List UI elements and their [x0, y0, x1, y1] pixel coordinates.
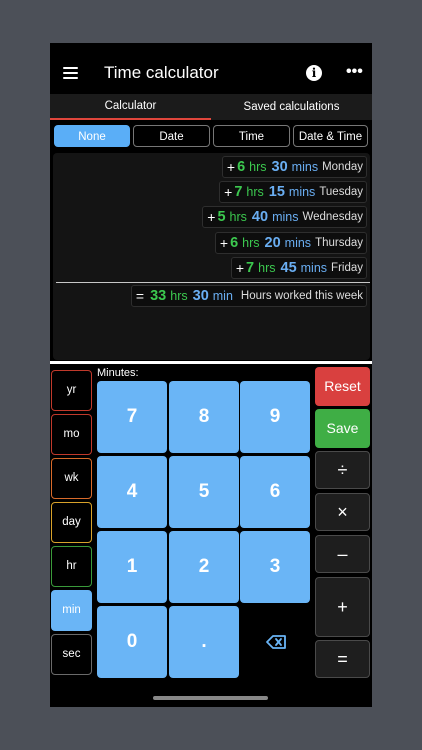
save-button[interactable]: Save	[315, 409, 370, 448]
digit-1-key[interactable]: 1	[97, 531, 167, 603]
total-hours-unit: hrs	[170, 289, 188, 303]
equals-sign: =	[135, 288, 145, 304]
minutes-unit: mins	[272, 210, 299, 224]
operator-sign: +	[226, 159, 236, 175]
digit-5-key[interactable]: 5	[169, 456, 239, 528]
operator-sign: +	[224, 184, 233, 200]
entry-label: Monday	[322, 161, 363, 173]
total-minutes-unit: min	[212, 289, 233, 303]
tab-bar: Calculator Saved calculations	[50, 94, 372, 120]
operator-sign: +	[235, 260, 245, 276]
keypad-divider	[50, 361, 372, 364]
entry-label: Friday	[331, 262, 363, 274]
total-label: Hours worked this week	[240, 290, 363, 302]
digit-7-key[interactable]: 7	[97, 381, 167, 453]
subtract-button[interactable]: –	[315, 535, 370, 573]
total-minutes-value: 30	[192, 288, 209, 304]
input-unit-label: Minutes:	[97, 367, 139, 379]
digit-2-key[interactable]: 2	[169, 531, 239, 603]
minutes-value: 30	[271, 159, 288, 175]
app-title: Time calculator	[104, 63, 219, 82]
backspace-icon	[266, 635, 286, 649]
calculation-display: + 6 hrs 30 mins Monday + 7 hrs 15 mins T…	[53, 153, 370, 360]
entry-row[interactable]: + 5 hrs 40 mins Wednesday	[202, 206, 367, 228]
entry-label: Tuesday	[319, 186, 363, 198]
more-icon[interactable]: •••	[346, 63, 363, 81]
info-icon[interactable]: i	[306, 65, 322, 81]
minutes-unit: mins	[284, 236, 312, 250]
tab-saved-calculations[interactable]: Saved calculations	[211, 94, 372, 120]
add-button[interactable]: +	[315, 577, 370, 637]
digit-8-key[interactable]: 8	[169, 381, 239, 453]
hours-value: 7	[234, 184, 243, 200]
top-app-bar: Time calculator i •••	[50, 43, 372, 93]
minutes-value: 40	[251, 209, 269, 225]
hours-unit: hrs	[242, 236, 260, 250]
minutes-unit: mins	[300, 261, 328, 275]
mode-time-button[interactable]: Time	[213, 125, 290, 147]
divide-button[interactable]: ÷	[315, 451, 370, 489]
total-row[interactable]: = 33 hrs 30 min Hours worked this week	[130, 285, 367, 307]
unit-second-button[interactable]: sec	[51, 634, 92, 675]
reset-button[interactable]: Reset	[315, 367, 370, 406]
hours-unit: hrs	[229, 210, 247, 224]
mode-date-button[interactable]: Date	[133, 125, 210, 147]
equals-button[interactable]: =	[315, 640, 370, 678]
minutes-value: 15	[268, 184, 285, 200]
entry-row[interactable]: + 7 hrs 45 mins Friday	[230, 257, 367, 279]
total-hours-value: 33	[150, 288, 167, 304]
digit-9-key[interactable]: 9	[240, 381, 310, 453]
unit-week-button[interactable]: wk	[51, 458, 92, 499]
digit-0-key[interactable]: 0	[97, 606, 167, 678]
unit-day-button[interactable]: day	[51, 502, 92, 543]
hours-unit: hrs	[258, 261, 276, 275]
entry-row[interactable]: + 7 hrs 15 mins Tuesday	[219, 181, 367, 203]
backspace-button[interactable]	[240, 606, 310, 678]
mode-none-button[interactable]: None	[54, 125, 130, 147]
tab-calculator[interactable]: Calculator	[50, 94, 211, 120]
hours-value: 6	[237, 159, 246, 175]
digit-3-key[interactable]: 3	[240, 531, 310, 603]
minutes-value: 45	[280, 260, 297, 276]
unit-year-button[interactable]: yr	[51, 370, 92, 411]
unit-hour-button[interactable]: hr	[51, 546, 92, 587]
hours-unit: hrs	[246, 185, 264, 199]
entry-label: Thursday	[315, 237, 363, 249]
operator-sign: +	[219, 235, 229, 251]
multiply-button[interactable]: ×	[315, 493, 370, 531]
hours-unit: hrs	[249, 160, 267, 174]
entry-row[interactable]: + 6 hrs 20 mins Thursday	[214, 232, 367, 254]
home-indicator	[153, 696, 268, 700]
hours-value: 7	[246, 260, 255, 276]
minutes-unit: mins	[291, 160, 319, 174]
hours-value: 6	[230, 235, 239, 251]
hours-value: 5	[217, 209, 226, 225]
decimal-point-key[interactable]: .	[169, 606, 239, 678]
operator-sign: +	[207, 209, 216, 225]
digit-4-key[interactable]: 4	[97, 456, 167, 528]
unit-month-button[interactable]: mo	[51, 414, 92, 455]
app-screen: Time calculator i ••• Calculator Saved c…	[50, 43, 372, 707]
entry-label: Wednesday	[302, 211, 363, 223]
mode-date-time-button[interactable]: Date & Time	[293, 125, 368, 147]
total-divider	[56, 282, 370, 283]
unit-minute-button[interactable]: min	[51, 590, 92, 631]
minutes-unit: mins	[288, 185, 316, 199]
entry-row[interactable]: + 6 hrs 30 mins Monday	[221, 156, 367, 178]
digit-6-key[interactable]: 6	[240, 456, 310, 528]
hamburger-menu-icon[interactable]	[63, 67, 78, 79]
minutes-value: 20	[264, 235, 281, 251]
